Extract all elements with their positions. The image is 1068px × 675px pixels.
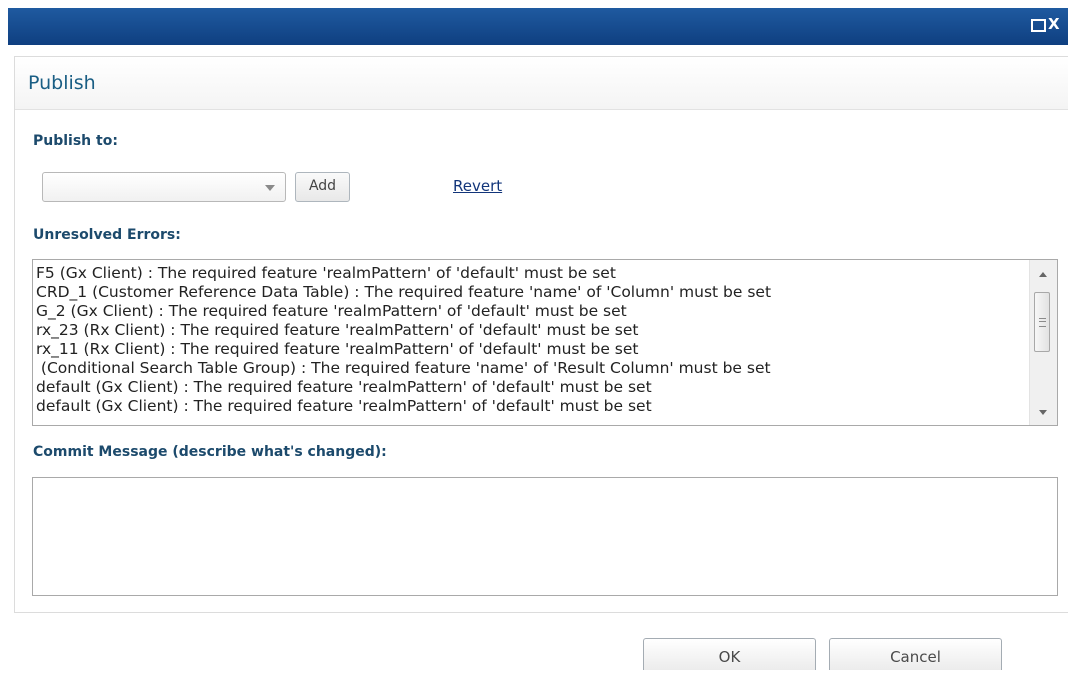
errors-list-content: F5 (Gx Client) : The required feature 'r…	[36, 264, 1026, 421]
unresolved-errors-list[interactable]: F5 (Gx Client) : The required feature 'r…	[32, 259, 1058, 426]
scrollbar-thumb[interactable]	[1034, 292, 1050, 352]
unresolved-errors-label: Unresolved Errors:	[33, 227, 181, 243]
add-button[interactable]: Add	[295, 172, 350, 202]
list-item[interactable]: rx_23 (Rx Client) : The required feature…	[36, 321, 1026, 340]
list-item[interactable]: CRD_1 (Customer Reference Data Table) : …	[36, 283, 1026, 302]
dialog-header: Publish	[15, 57, 1068, 110]
chevron-down-icon[interactable]	[265, 185, 275, 191]
scroll-down-arrow-icon[interactable]	[1039, 410, 1047, 415]
list-item[interactable]: default (Gx Client) : The required featu…	[36, 397, 1026, 416]
maximize-icon[interactable]	[1031, 19, 1046, 32]
list-item[interactable]: rx_11 (Rx Client) : The required feature…	[36, 340, 1026, 359]
list-item[interactable]: G_2 (Gx Client) : The required feature '…	[36, 302, 1026, 321]
commit-message-input[interactable]	[32, 477, 1058, 596]
window-titlebar	[8, 8, 1068, 45]
errors-scrollbar[interactable]	[1029, 260, 1057, 425]
list-item[interactable]: F5 (Gx Client) : The required feature 'r…	[36, 264, 1026, 283]
list-item[interactable]: default (Gx Client) : The required featu…	[36, 378, 1026, 397]
commit-message-label: Commit Message (describe what's changed)…	[33, 444, 387, 460]
revert-link[interactable]: Revert	[453, 177, 502, 195]
dialog-title: Publish	[28, 72, 96, 94]
publish-to-label: Publish to:	[33, 133, 118, 149]
close-icon[interactable]: X	[1048, 17, 1060, 32]
list-item[interactable]: (Conditional Search Table Group) : The r…	[36, 359, 1026, 378]
scroll-up-arrow-icon[interactable]	[1039, 272, 1047, 277]
grip-icon	[1039, 318, 1046, 327]
ok-button[interactable]: OK	[643, 638, 816, 670]
cancel-button[interactable]: Cancel	[829, 638, 1002, 670]
publish-to-combobox[interactable]	[42, 172, 286, 202]
